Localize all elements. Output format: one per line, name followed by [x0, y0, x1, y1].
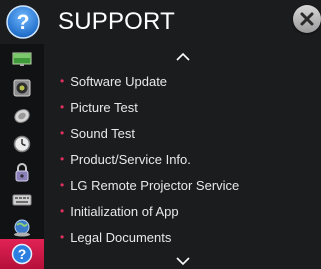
bullet-icon: • — [60, 74, 65, 88]
menu-item-software-update[interactable]: • Software Update — [60, 69, 167, 93]
menu-item-label: Product/Service Info. — [70, 151, 191, 167]
menu-item-product-service-info[interactable]: • Product/Service Info. — [60, 147, 191, 171]
svg-text:?: ? — [18, 246, 27, 262]
monitor-icon — [12, 52, 32, 66]
scroll-down-button[interactable] — [174, 254, 192, 266]
sidebar-item-network[interactable] — [0, 214, 44, 241]
bullet-icon: • — [60, 178, 65, 192]
sidebar-item-channel[interactable] — [0, 102, 44, 129]
clock-icon — [13, 135, 31, 152]
globe-icon — [14, 219, 30, 236]
satellite-dish-icon — [14, 108, 30, 123]
close-icon — [300, 12, 314, 26]
header: ? SUPPORT — [0, 0, 321, 44]
speaker-icon — [13, 79, 31, 96]
question-mark-icon: ? — [11, 243, 33, 265]
sidebar-item-sound[interactable] — [0, 74, 44, 101]
menu-item-label: Picture Test — [70, 99, 138, 115]
support-screen: ? SUPPORT ? • Software Update • Picture … — [0, 0, 321, 269]
menu-item-legal-documents[interactable]: • Legal Documents — [60, 225, 171, 249]
sidebar-item-option[interactable] — [0, 186, 44, 213]
menu-item-label: LG Remote Projector Service — [70, 177, 240, 193]
lock-icon — [15, 162, 29, 181]
svg-text:?: ? — [17, 11, 30, 34]
menu-item-label: Sound Test — [70, 125, 136, 141]
menu-item-sound-test[interactable]: • Sound Test — [60, 121, 135, 145]
bullet-icon: • — [60, 152, 65, 166]
bullet-icon: • — [60, 230, 65, 244]
sidebar-item-lock[interactable] — [0, 158, 44, 185]
menu-item-remote-projector-service[interactable]: • LG Remote Projector Service — [60, 173, 239, 197]
menu-item-label: Initialization of App — [70, 203, 179, 219]
menu-item-label: Software Update — [70, 73, 168, 89]
support-menu: • Software Update • Picture Test • Sound… — [44, 44, 321, 269]
menu-item-initialization-of-app[interactable]: • Initialization of App — [60, 199, 179, 223]
close-button[interactable] — [293, 5, 321, 33]
menu-item-picture-test[interactable]: • Picture Test — [60, 95, 138, 119]
bullet-icon: • — [60, 126, 65, 140]
sidebar-item-time[interactable] — [0, 130, 44, 157]
chevron-down-icon — [176, 257, 190, 266]
settings-sidebar: ? — [0, 44, 44, 269]
page-title: SUPPORT — [58, 8, 175, 35]
bullet-icon: • — [60, 100, 65, 114]
sidebar-item-picture[interactable] — [0, 46, 44, 73]
bullet-icon: • — [60, 204, 65, 218]
keyboard-icon — [12, 194, 32, 205]
help-icon: ? — [6, 5, 40, 39]
chevron-up-icon — [176, 52, 190, 61]
menu-item-label: Legal Documents — [70, 229, 172, 245]
sidebar-item-support[interactable]: ? — [0, 239, 44, 269]
scroll-up-button[interactable] — [174, 50, 192, 62]
